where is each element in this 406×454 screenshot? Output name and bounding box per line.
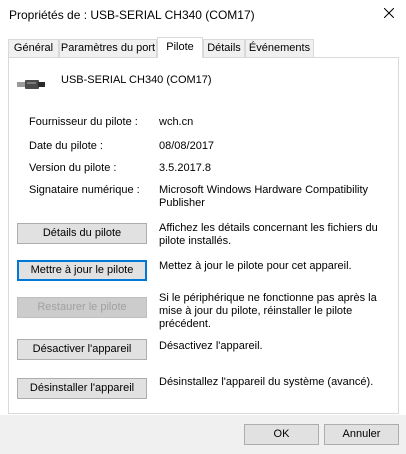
disable-device-button[interactable]: Désactiver l'appareil xyxy=(17,339,147,360)
version-label: Version du pilote : xyxy=(29,162,117,174)
date-value: 08/08/2017 xyxy=(159,140,215,152)
version-value: 3.5.2017.8 xyxy=(159,162,211,174)
tab-events[interactable]: Événements xyxy=(245,39,314,57)
device-name: USB-SERIAL CH340 (COM17) xyxy=(61,74,212,86)
tab-port-settings[interactable]: Paramètres du port xyxy=(59,39,157,57)
window-title: Propriétés de : USB-SERIAL CH340 (COM17) xyxy=(9,8,255,22)
usb-plug-icon xyxy=(16,76,46,95)
disable-device-description: Désactivez l'appareil. xyxy=(159,340,263,352)
update-driver-description: Mettez à jour le pilote pour cet apparei… xyxy=(159,260,352,272)
ok-button[interactable]: OK xyxy=(244,424,319,445)
tab-details[interactable]: Détails xyxy=(203,39,245,57)
close-icon xyxy=(384,8,394,18)
tab-driver[interactable]: Pilote xyxy=(157,37,203,58)
rollback-driver-button[interactable]: Restaurer le pilote xyxy=(17,297,147,318)
date-label: Date du pilote : xyxy=(29,140,103,152)
driver-details-description: Affichez les détails concernant les fich… xyxy=(159,222,378,247)
update-driver-button[interactable]: Mettre à jour le pilote xyxy=(17,260,147,281)
provider-label: Fournisseur du pilote : xyxy=(29,116,138,128)
signer-label: Signataire numérique : xyxy=(29,184,140,196)
provider-value: wch.cn xyxy=(159,116,194,128)
close-button[interactable] xyxy=(378,3,400,23)
signer-value: Microsoft Windows Hardware Compatibility… xyxy=(159,184,369,209)
tab-general[interactable]: Général xyxy=(8,39,59,57)
cancel-button[interactable]: Annuler xyxy=(324,424,399,445)
driver-details-button[interactable]: Détails du pilote xyxy=(17,223,147,244)
uninstall-device-description: Désinstallez l'appareil du système (avan… xyxy=(159,376,374,388)
rollback-driver-description: Si le périphérique ne fonctionne pas apr… xyxy=(159,292,377,330)
uninstall-device-button[interactable]: Désinstaller l'appareil xyxy=(17,378,147,399)
